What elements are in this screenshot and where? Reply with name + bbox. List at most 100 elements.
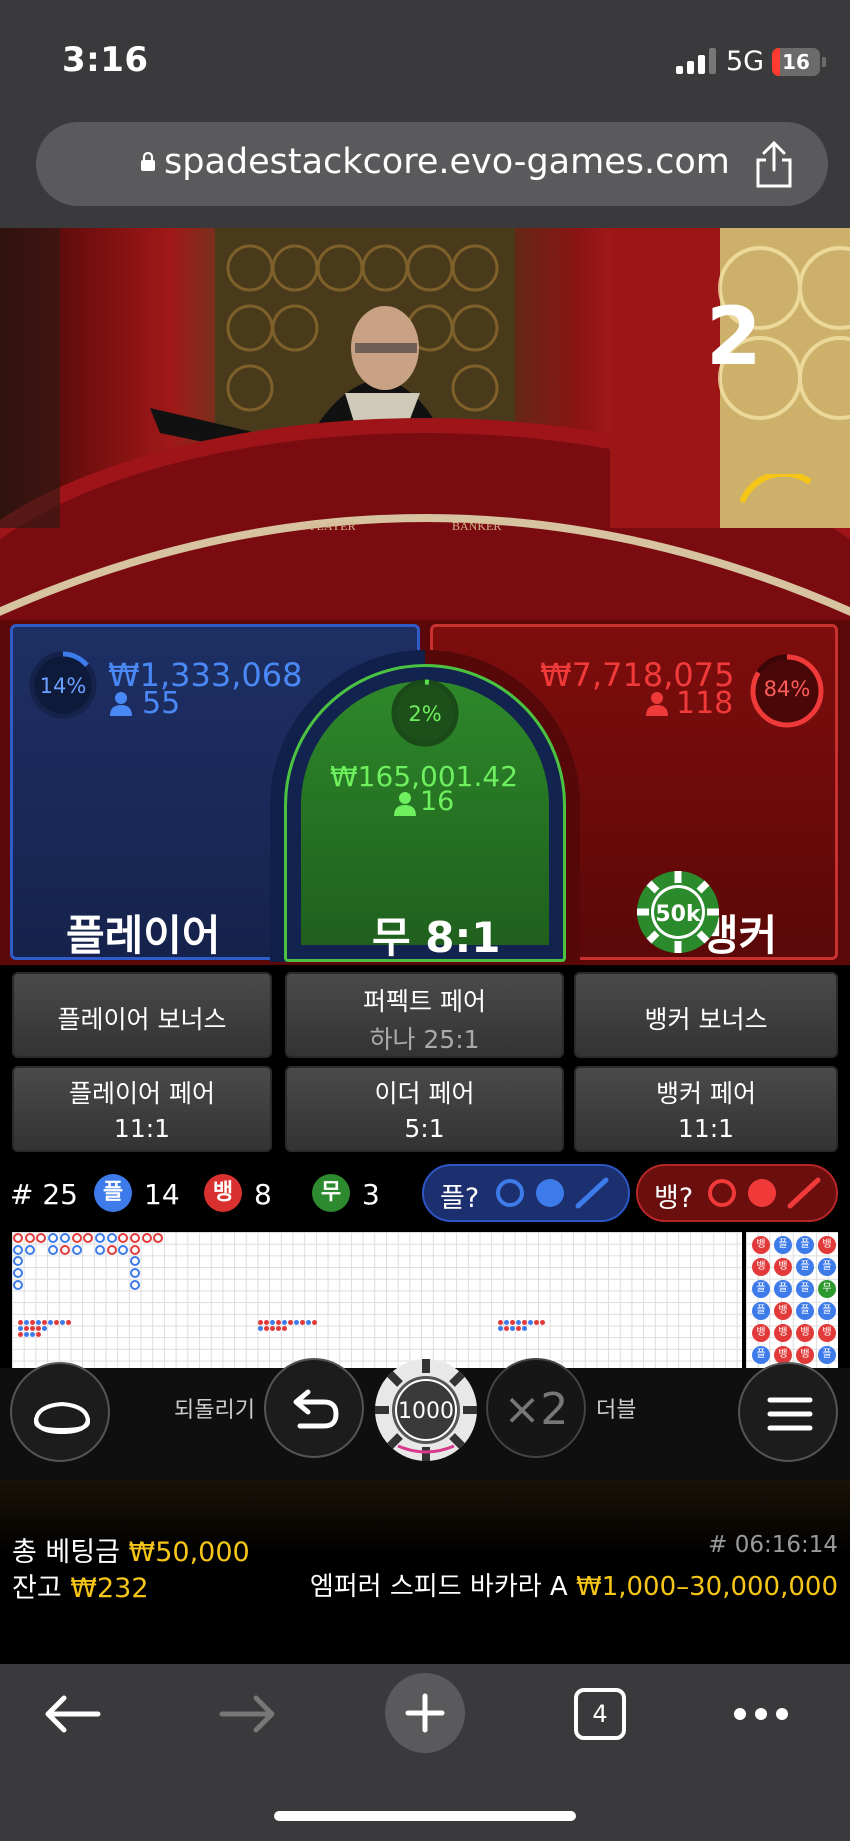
roadmap-small-mark (264, 1320, 269, 1325)
roadmap-small-mark (36, 1332, 41, 1337)
round-id: # 06:16:14 (708, 1532, 838, 1558)
double-label: 더블 (596, 1398, 637, 1423)
roadmap-small-mark (294, 1320, 299, 1325)
roadmap-small-mark (516, 1326, 521, 1331)
banker-bonus-label: 뱅커 보너스 (644, 1005, 768, 1034)
roadmap-small-mark (60, 1320, 65, 1325)
either-pair-odds: 5:1 (404, 1114, 445, 1143)
roadmap-mark (130, 1256, 140, 1267)
roadmap-small-mark (522, 1320, 527, 1325)
perfect-pair-odds: 하나 25:1 (369, 1025, 480, 1054)
roadmap-mark (13, 1279, 23, 1290)
roadmap-mark (130, 1233, 140, 1243)
roadmap-mark (59, 1244, 70, 1255)
roadmap-side-cell: 플 (818, 1302, 836, 1320)
roadmap-small-mark (54, 1320, 59, 1325)
scoreboard-side[interactable]: 뱅뱅플플뱅플플뱅플뱅뱅뱅플플플플뱅뱅뱅플무플뱅플 (746, 1232, 838, 1368)
network-type: 5G (726, 46, 765, 77)
banker-predict-label: 뱅? (654, 1183, 694, 1214)
roadmap-side-cell: 플 (796, 1302, 814, 1320)
total-bet-value: ₩50,000 (128, 1537, 250, 1568)
player-pair-button[interactable]: 플레이어 페어 11:1 (12, 1066, 272, 1152)
svg-text:PLAYER: PLAYER (310, 519, 356, 533)
roadmap-mark (153, 1233, 164, 1243)
undo-label: 되돌리기 (174, 1398, 255, 1423)
roadmap-small-mark (42, 1326, 47, 1331)
menu-button[interactable] (738, 1362, 838, 1462)
dealer-scene: PLAYER BANKER (0, 228, 850, 628)
roadmap-mark (130, 1268, 140, 1279)
live-video: PLAYER BANKER (0, 228, 850, 628)
roadmap-side-cell: 플 (796, 1280, 814, 1298)
roadmap-small-mark (516, 1320, 521, 1325)
roadmap-small-mark (300, 1320, 305, 1325)
roadmap-side-cell: 뱅 (752, 1324, 770, 1342)
roadmap-mark (59, 1233, 70, 1243)
table-name: 엠퍼러 스피드 바카라 A (309, 1572, 568, 1602)
roadmap-mark (130, 1279, 140, 1290)
perfect-pair-label: 퍼펙트 페어 (363, 987, 486, 1016)
url-text[interactable]: spadestackcore.evo-games.com (164, 142, 730, 182)
signal-icon (676, 48, 720, 74)
balance-value: ₩232 (70, 1573, 149, 1604)
roadmap-small-mark (270, 1320, 275, 1325)
roadmap-side-cell: 플 (774, 1280, 792, 1298)
roadmap-small-mark (264, 1326, 269, 1331)
roadmap-side-cell: 플 (818, 1258, 836, 1276)
roadmap-small-mark (30, 1320, 35, 1325)
undo-button[interactable] (264, 1358, 364, 1458)
roadmap-mark (71, 1244, 82, 1255)
roadmap-side-cell: 뱅 (774, 1324, 792, 1342)
player-bonus-button[interactable]: 플레이어 보너스 (12, 972, 272, 1058)
roadmap-mark (106, 1233, 117, 1243)
lock-icon (141, 152, 155, 171)
timer-arc (740, 474, 812, 504)
banker-bonus-button[interactable]: 뱅커 보너스 (574, 972, 838, 1058)
double-symbol: ×2 (503, 1384, 569, 1435)
player-player-count: 55 (142, 686, 181, 721)
banker-pair-button[interactable]: 뱅커 페어 11:1 (574, 1066, 838, 1152)
roadmap-mark (141, 1233, 152, 1243)
tie-label: 무 8:1 (372, 913, 501, 962)
tie-win-badge: 무 (312, 1174, 350, 1212)
roadmap-small-mark (36, 1320, 41, 1325)
new-tab-icon[interactable] (384, 1672, 466, 1754)
undo-icon (293, 1389, 339, 1429)
double-button[interactable]: ×2 (486, 1358, 586, 1458)
player-bonus-label: 플레이어 보너스 (57, 1005, 227, 1034)
roadmap-small-mark (276, 1326, 281, 1331)
tabs-button[interactable]: 4 (574, 1688, 626, 1740)
roadmap-mark (13, 1244, 23, 1255)
share-icon[interactable] (752, 140, 796, 188)
roadmap-mark (24, 1233, 35, 1243)
chip-value: 1000 (398, 1399, 454, 1424)
back-arrow-icon[interactable] (42, 1694, 102, 1734)
roadmap-side-cell: 뱅 (752, 1236, 770, 1254)
roadmap-mark (106, 1244, 117, 1255)
status-time: 3:16 (62, 40, 149, 80)
roadmap-small-mark (504, 1326, 509, 1331)
perfect-pair-button[interactable]: 퍼펙트 페어 하나 25:1 (285, 972, 564, 1058)
roadmap-small-mark (288, 1320, 293, 1325)
scoreboard-roadmap[interactable] (12, 1232, 742, 1368)
roadmap-side-cell: 뱅 (796, 1324, 814, 1342)
table-view-button[interactable] (10, 1362, 110, 1462)
roadmap-small-mark (24, 1326, 29, 1331)
more-icon[interactable] (732, 1704, 790, 1724)
banker-pair-label: 뱅커 페어 (656, 1079, 756, 1108)
roadmap-small-mark (528, 1320, 533, 1325)
banker-win-count: 8 (254, 1178, 272, 1211)
roadmap-side-cell: 플 (752, 1346, 770, 1364)
roadmap-side-cell: 플 (752, 1302, 770, 1320)
roadmap-mark (118, 1244, 129, 1255)
chip-selector[interactable]: 1000 (374, 1358, 478, 1462)
roadmap-small-mark (24, 1320, 29, 1325)
balance-label: 잔고 (12, 1573, 62, 1604)
forward-arrow-icon[interactable] (218, 1694, 278, 1734)
roadmap-small-mark (258, 1320, 263, 1325)
countdown-number: 2 (706, 290, 762, 383)
placed-chip[interactable]: 50k (636, 870, 720, 954)
battery-level: 16 (782, 50, 810, 74)
total-bet: 총 베팅금 ₩50,000 (12, 1530, 250, 1569)
either-pair-button[interactable]: 이더 페어 5:1 (285, 1066, 564, 1152)
